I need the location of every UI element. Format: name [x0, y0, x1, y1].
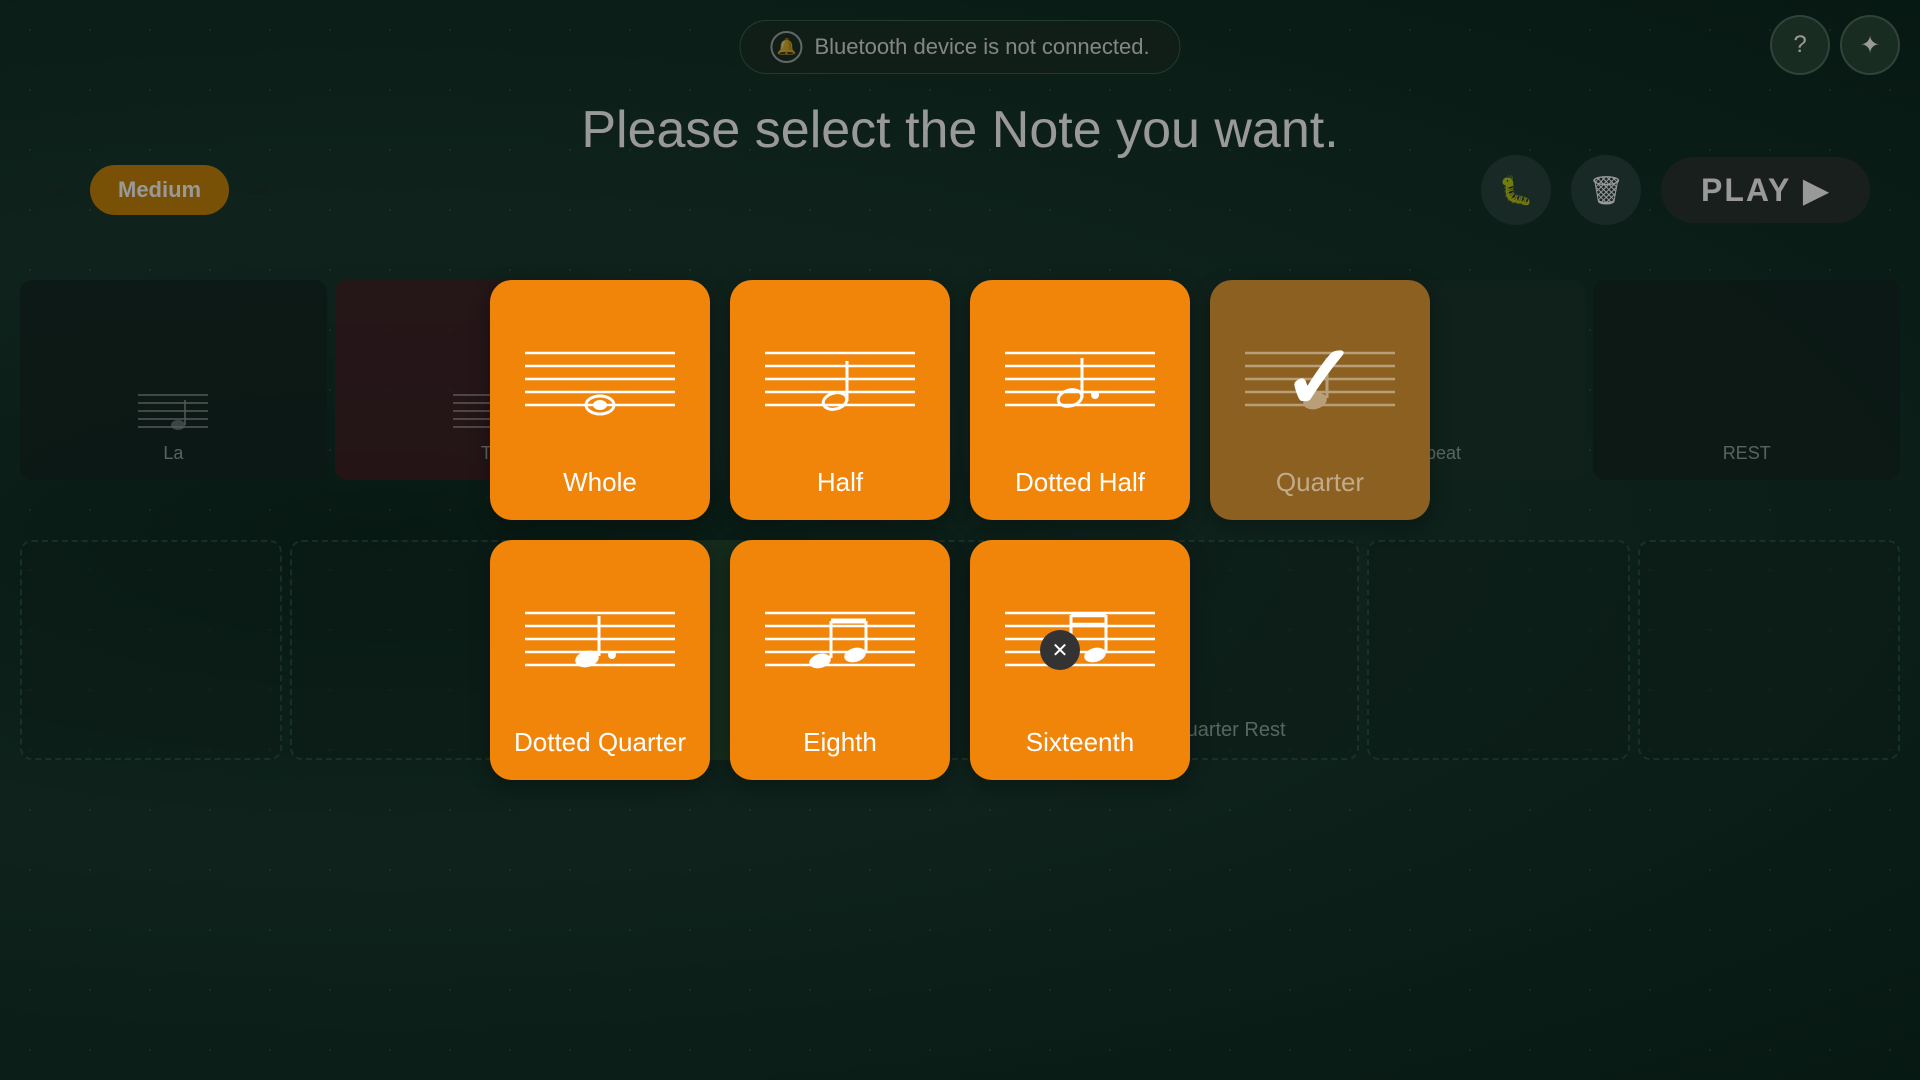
- dotted-quarter-note-symbol: [506, 558, 694, 727]
- half-note-card[interactable]: Half: [730, 280, 950, 520]
- eighth-note-card[interactable]: Eighth: [730, 540, 950, 780]
- eighth-note-label: Eighth: [803, 727, 877, 758]
- dotted-quarter-note-card[interactable]: Dotted Quarter: [490, 540, 710, 780]
- sixteenth-note-card[interactable]: Sixteenth: [970, 540, 1190, 780]
- quarter-note-label: Quarter: [1276, 467, 1364, 498]
- empty-cell: [1210, 540, 1430, 780]
- half-note-symbol: [746, 298, 934, 467]
- close-button[interactable]: ✕: [1040, 630, 1080, 670]
- note-selection-modal: Whole Half: [0, 0, 1920, 1080]
- quarter-note-card[interactable]: ✓ Quarter: [1210, 280, 1430, 520]
- dotted-half-note-card[interactable]: Dotted Half: [970, 280, 1190, 520]
- whole-note-symbol: [506, 298, 694, 467]
- dotted-half-note-label: Dotted Half: [1015, 467, 1145, 498]
- note-grid: Whole Half: [490, 280, 1430, 780]
- checkmark-icon: ✓: [1282, 333, 1357, 423]
- eighth-note-symbol: [746, 558, 934, 727]
- whole-note-card[interactable]: Whole: [490, 280, 710, 520]
- sixteenth-note-symbol: [986, 558, 1174, 727]
- half-note-label: Half: [817, 467, 863, 498]
- dotted-quarter-note-label: Dotted Quarter: [514, 727, 686, 758]
- whole-note-label: Whole: [563, 467, 637, 498]
- sixteenth-note-label: Sixteenth: [1026, 727, 1134, 758]
- dotted-half-note-symbol: [986, 298, 1174, 467]
- quarter-note-symbol: ✓: [1226, 298, 1414, 467]
